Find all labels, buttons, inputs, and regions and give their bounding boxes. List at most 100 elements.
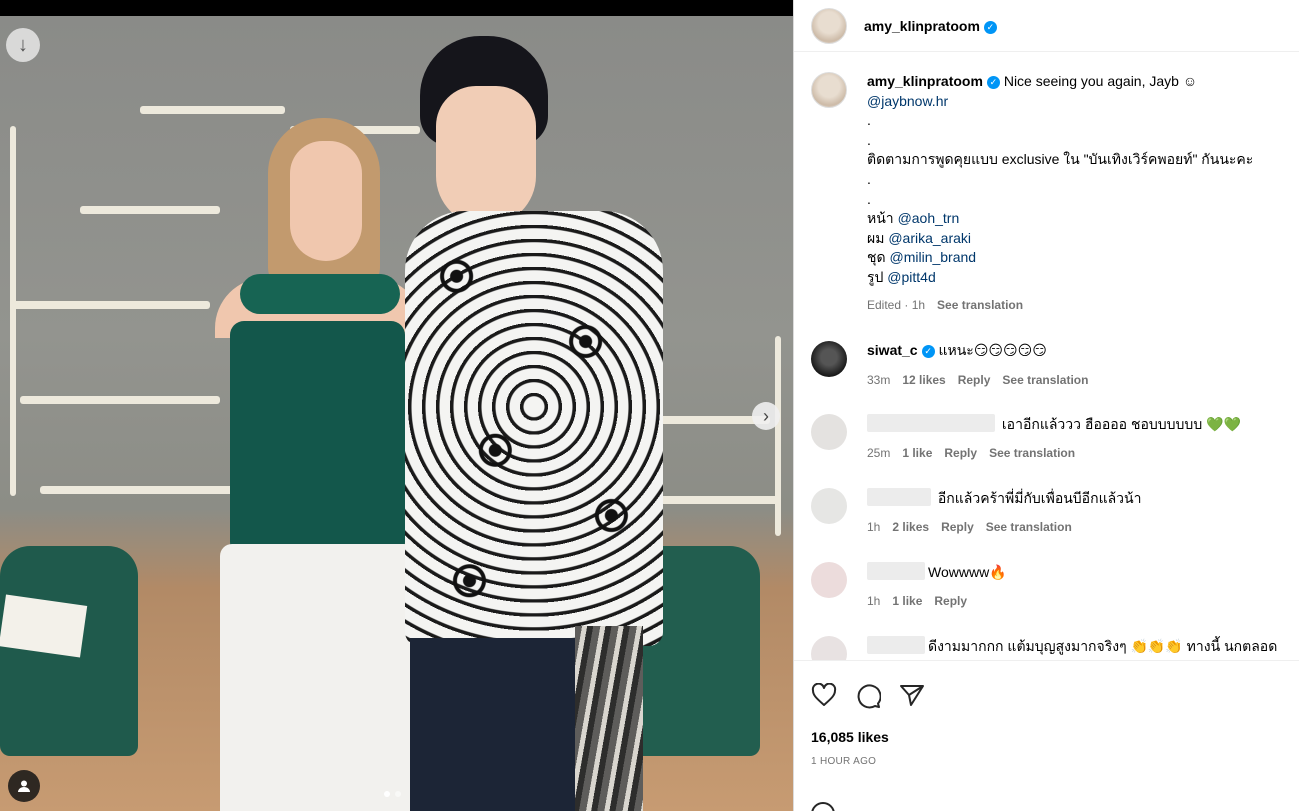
comment-body: Wowwww🔥 <box>928 564 1007 580</box>
caption-avatar[interactable] <box>811 72 847 108</box>
comment-avatar[interactable] <box>811 562 847 598</box>
mention-link[interactable]: @aoh_trn <box>898 210 960 226</box>
clipboard <box>0 594 88 658</box>
comment-body: แหนะ😏😏😏😏😏 <box>938 342 1047 358</box>
post-media[interactable]: ↓ › <box>0 0 793 811</box>
comment-text: Wowwww🔥 <box>867 562 1287 583</box>
person-woman-pants <box>220 544 416 811</box>
comment-likes[interactable]: 1 like <box>892 594 922 608</box>
person-man-shirt <box>405 211 663 646</box>
like-count[interactable]: 16,085 likes <box>811 729 889 745</box>
verified-badge-icon: ✓ <box>986 76 1000 90</box>
slide-indicator <box>384 791 401 797</box>
emoji-icon[interactable] <box>811 802 835 811</box>
person-woman-scarf <box>240 274 400 314</box>
comment-body: ดีงามมากกก แต้มบุญสูงมากจริงๆ 👏👏👏 ทางนี้… <box>928 638 1278 654</box>
comment-avatar[interactable] <box>811 414 847 450</box>
comment-meta: 33m 12 likes Reply See translation <box>867 373 1088 387</box>
comment-username[interactable]: siwat_c <box>867 342 918 358</box>
caption-username[interactable]: amy_klinpratoom <box>867 73 983 89</box>
send-icon[interactable] <box>899 683 925 707</box>
see-translation-link[interactable]: See translation <box>937 298 1023 312</box>
hidden-username <box>867 636 925 654</box>
comment-text: ดีงามมากกก แต้มบุญสูงมากจริงๆ 👏👏👏 ทางนี้… <box>867 636 1287 657</box>
person-man-face <box>436 86 536 226</box>
credit-label: หน้า <box>867 210 894 227</box>
comment-item: ดีงามมากกก แต้มบุญสูงมากจริงๆ 👏👏👏 ทางนี้… <box>811 636 1291 660</box>
action-bar <box>811 683 925 709</box>
see-translation-link[interactable]: See translation <box>1002 373 1088 387</box>
comment-item: Wowwww🔥 1h 1 like Reply <box>811 562 1291 622</box>
shelf <box>40 486 240 494</box>
comment-time: 33m <box>867 373 891 387</box>
comment-likes[interactable]: 12 likes <box>902 373 945 387</box>
comment-text: เอาอีกแล้ววว ฮืออออ ชอบบบบบบ 💚💚 <box>867 414 1287 435</box>
user-tag-icon <box>18 780 30 792</box>
comment-time: 25m <box>867 446 891 460</box>
mention-link[interactable]: @arika_araki <box>888 230 971 246</box>
slide-dot-active <box>384 791 390 797</box>
author-username[interactable]: amy_klinpratoom ✓ <box>864 18 997 34</box>
author-avatar[interactable] <box>811 7 847 44</box>
caption-line: ติดตามการพูดคุยแบบ exclusive ใน "บันเทิง… <box>867 151 1254 168</box>
comment-body: เอาอีกแล้ววว ฮืออออ ชอบบบบบบ 💚💚 <box>1001 416 1241 432</box>
comments-list[interactable]: amy_klinpratoom ✓ Nice seeing you again, … <box>794 52 1299 660</box>
credit-label: ชุด <box>867 249 886 266</box>
comment-body: อีกแล้วคร้าพี่มี่กับเพื่อนบีอีกแล้วน้า <box>937 490 1142 506</box>
download-button[interactable]: ↓ <box>6 28 40 62</box>
reply-button[interactable]: Reply <box>941 520 974 534</box>
caption-edited: Edited · 1h <box>867 298 926 312</box>
caption-dot: . <box>867 131 871 148</box>
comment-avatar[interactable] <box>811 636 847 660</box>
caption-dot: . <box>867 112 871 129</box>
shelf <box>10 301 210 309</box>
see-translation-link[interactable]: See translation <box>986 520 1072 534</box>
see-translation-link[interactable]: See translation <box>989 446 1075 460</box>
person-woman-face <box>290 141 362 261</box>
tagged-users-button[interactable] <box>8 770 40 802</box>
slide-dot <box>395 791 401 797</box>
reply-button[interactable]: Reply <box>958 373 991 387</box>
mention-link[interactable]: @milin_brand <box>889 249 976 265</box>
comment-avatar[interactable] <box>811 341 847 377</box>
credit-label: รูป <box>867 268 884 285</box>
caption-intro: Nice seeing you again, Jayb ☺︎ <box>1003 73 1198 89</box>
comment-avatar[interactable] <box>811 488 847 524</box>
comment-item: เอาอีกแล้ววว ฮืออออ ชอบบบบบบ 💚💚 25m 1 li… <box>811 414 1291 474</box>
comment-item: อีกแล้วคร้าพี่มี่กับเพื่อนบีอีกแล้วน้า 1… <box>811 488 1291 548</box>
chevron-right-icon: › <box>763 405 769 426</box>
comment-meta: 1h 2 likes Reply See translation <box>867 520 1072 534</box>
mention-link[interactable]: @pitt4d <box>887 269 935 285</box>
caption-dot: . <box>867 190 871 207</box>
comment-time: 1h <box>867 520 881 534</box>
reply-button[interactable]: Reply <box>934 594 967 608</box>
hidden-username <box>867 488 931 506</box>
comment-meta: 1h 1 like Reply <box>867 594 967 608</box>
comment-meta: 25m 1 like Reply See translation <box>867 446 1075 460</box>
caption-meta: Edited · 1h See translation <box>867 298 1023 312</box>
verified-badge-icon: ✓ <box>983 20 997 34</box>
caption-dot: . <box>867 170 871 187</box>
hidden-username <box>867 414 995 432</box>
mention-link[interactable]: @jaybnow.hr <box>867 93 948 109</box>
post-header: amy_klinpratoom ✓ <box>794 0 1299 52</box>
author-username-text[interactable]: amy_klinpratoom <box>864 18 980 34</box>
post-actions: 16,085 likes 1 HOUR AGO <box>794 660 1299 811</box>
comment-icon[interactable] <box>855 683 881 709</box>
comment-likes[interactable]: 1 like <box>902 446 932 460</box>
heart-icon[interactable] <box>811 683 837 707</box>
shelf <box>20 396 220 404</box>
hidden-username <box>867 562 925 580</box>
shelf <box>10 126 16 496</box>
reply-button[interactable]: Reply <box>944 446 977 460</box>
post-timestamp: 1 HOUR AGO <box>811 756 877 767</box>
post-panel: amy_klinpratoom ✓ amy_klinpratoom ✓ Nice s… <box>793 0 1299 811</box>
next-slide-button[interactable]: › <box>752 402 780 430</box>
comment-time: 1h <box>867 594 881 608</box>
verified-badge-icon: ✓ <box>921 345 935 359</box>
post-photo <box>0 16 793 811</box>
comment-likes[interactable]: 2 likes <box>892 520 929 534</box>
arrow-down-icon: ↓ <box>18 33 28 56</box>
person-man-pants <box>410 638 600 811</box>
shelf <box>140 106 285 114</box>
